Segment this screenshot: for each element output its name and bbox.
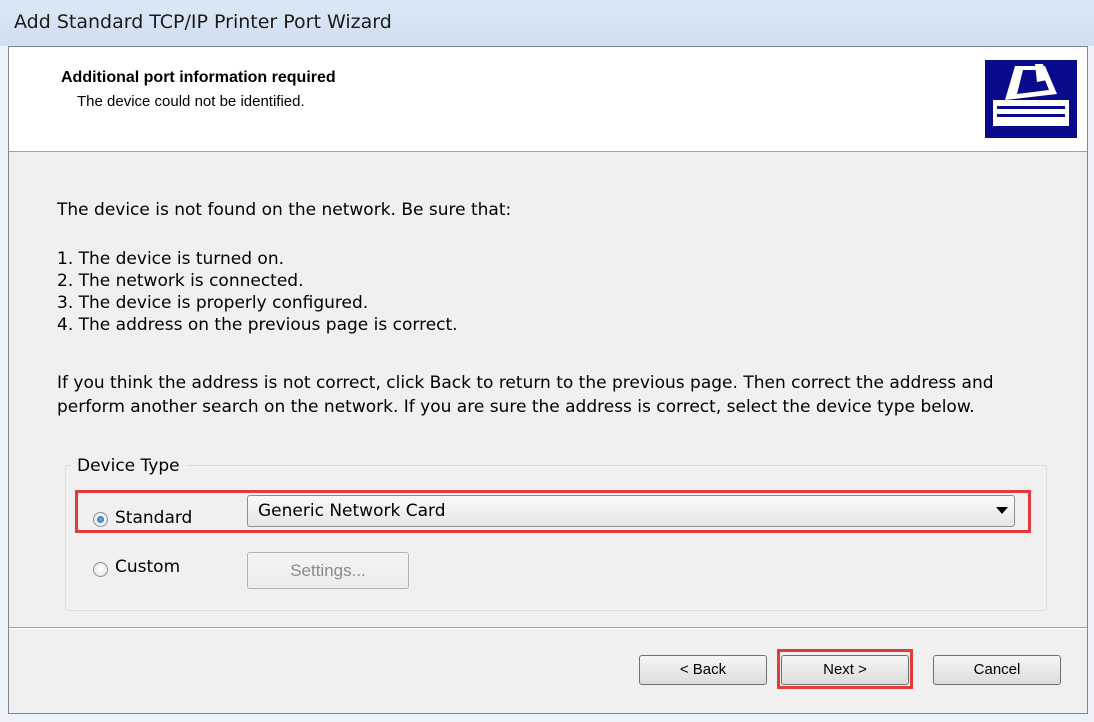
intro-text: The device is not found on the network. … (57, 200, 512, 220)
chevron-down-icon[interactable] (996, 507, 1008, 514)
checklist-item: 1. The device is turned on. (57, 249, 285, 269)
standard-radio[interactable] (93, 512, 108, 527)
device-type-group (65, 465, 1047, 611)
standard-device-dropdown[interactable]: Generic Network Card (247, 495, 1015, 527)
printer-wizard-icon (985, 60, 1077, 138)
next-button[interactable]: Next > (781, 655, 909, 685)
back-button[interactable]: < Back (639, 655, 767, 685)
title-bar: Add Standard TCP/IP Printer Port Wizard (0, 0, 1094, 46)
wizard-header: Additional port information required The… (9, 47, 1087, 152)
custom-label[interactable]: Custom (115, 557, 180, 577)
window-title: Add Standard TCP/IP Printer Port Wizard (14, 11, 392, 33)
wizard-dialog: Additional port information required The… (8, 46, 1088, 714)
instructions-text: If you think the address is not correct,… (57, 373, 994, 417)
dropdown-value: Generic Network Card (258, 501, 446, 521)
footer-divider (9, 627, 1087, 629)
header-title: Additional port information required (61, 69, 336, 86)
checklist-item: 3. The device is properly configured. (57, 293, 369, 313)
standard-label[interactable]: Standard (115, 508, 192, 528)
checklist-item: 2. The network is connected. (57, 271, 304, 291)
header-subtitle: The device could not be identified. (77, 93, 305, 110)
settings-button[interactable]: Settings... (247, 552, 409, 589)
checklist-item: 4. The address on the previous page is c… (57, 315, 458, 335)
device-type-legend: Device Type (71, 456, 186, 476)
cancel-button[interactable]: Cancel (933, 655, 1061, 685)
custom-radio[interactable] (93, 562, 108, 577)
